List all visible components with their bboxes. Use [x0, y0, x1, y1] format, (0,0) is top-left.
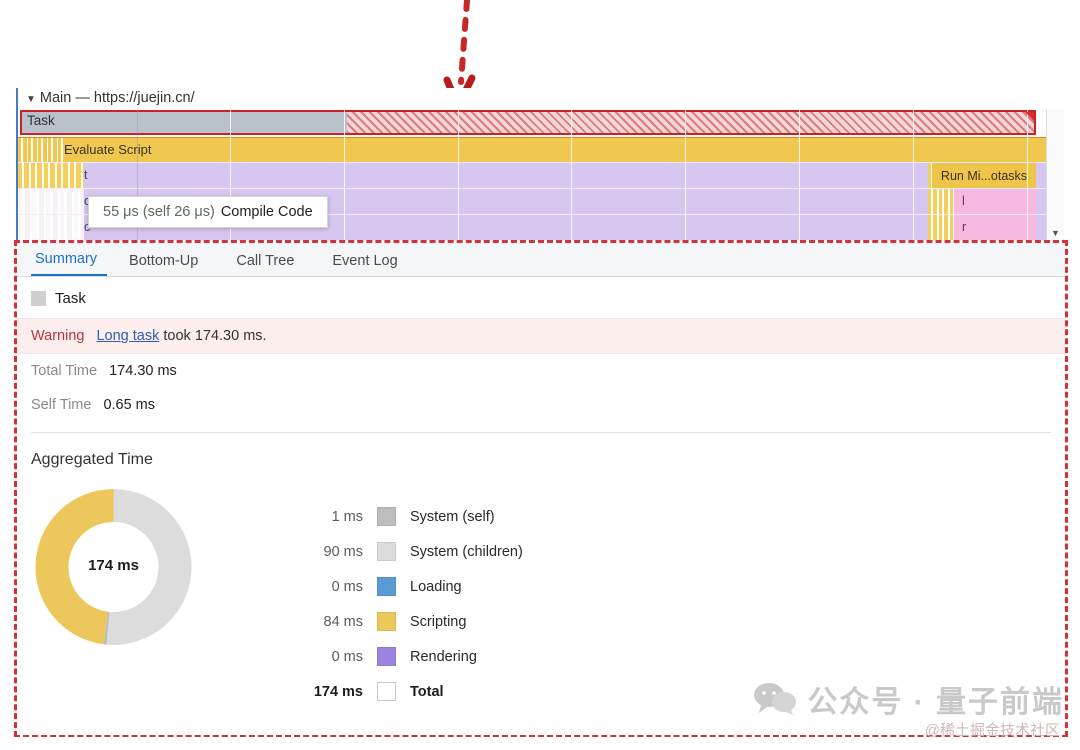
legend-value: 1 ms	[331, 508, 363, 525]
tooltip-event-name: Compile Code	[220, 204, 313, 220]
flame-bar-evaluate-script[interactable]: Evaluate Script	[18, 137, 1064, 163]
task-bar-body[interactable]	[20, 110, 1036, 135]
warning-text: took 174.30 ms.	[159, 328, 267, 344]
total-time-row: Total Time 174.30 ms	[17, 354, 1065, 388]
flame-bar-pink-1[interactable]: l	[954, 189, 1036, 215]
legend-label: Loading	[410, 578, 462, 595]
task-bar-label: Task	[27, 113, 55, 128]
legend-label: Scripting	[410, 613, 467, 630]
flame-bar-slivers-right	[928, 215, 954, 240]
legend-total-label: Total	[410, 683, 444, 700]
summary-details-panel: Summary Bottom-Up Call Tree Event Log Ta…	[14, 240, 1068, 737]
legend-swatch-system-children	[377, 542, 396, 561]
legend-swatch-scripting	[377, 612, 396, 631]
flame-bar-pink-2-label: r	[962, 220, 967, 234]
evaluate-script-label: Evaluate Script	[64, 142, 152, 157]
tooltip-duration: 55 μs (self 26 μs)	[103, 204, 215, 220]
aggregated-donut-chart: 174 ms	[31, 487, 196, 647]
flame-bar-slivers	[18, 189, 84, 215]
flame-bar-slivers	[18, 215, 84, 240]
flame-bar-row-1-label: t	[84, 168, 88, 182]
tab-bottom-up[interactable]: Bottom-Up	[125, 253, 214, 276]
flame-chart-scrollbar[interactable]: ▼	[1046, 109, 1064, 240]
flame-chart-track-title: Main — https://juejin.cn/	[39, 90, 195, 106]
event-color-swatch	[31, 291, 46, 306]
legend-value: 0 ms	[331, 578, 363, 595]
flame-bar-slivers	[18, 163, 84, 189]
flame-bar-task[interactable]: Task	[18, 109, 1064, 136]
aggregated-time-chart: 174 ms 1 ms System (self) 90 ms System (…	[17, 469, 1065, 709]
summary-content: Task Warning Long task took 174.30 ms. To…	[17, 277, 1065, 735]
collapse-caret-icon[interactable]: ▼	[26, 94, 36, 105]
selected-event-row: Task	[17, 277, 1065, 318]
legend-row: 1 ms System (self)	[291, 499, 523, 534]
scroll-down-arrow-icon[interactable]: ▼	[1051, 228, 1060, 238]
tab-call-tree[interactable]: Call Tree	[232, 253, 310, 276]
flame-bar-slivers-right	[928, 189, 954, 215]
legend-swatch-rendering	[377, 647, 396, 666]
aggregated-time-legend: 1 ms System (self) 90 ms System (childre…	[291, 499, 523, 709]
legend-total-value: 174 ms	[313, 683, 363, 700]
aggregated-time-title: Aggregated Time	[31, 451, 153, 468]
legend-row: 0 ms Loading	[291, 569, 523, 604]
flame-bar-pink-2[interactable]: r	[954, 215, 1036, 240]
long-task-corner-marker-icon	[1025, 112, 1034, 121]
legend-row: 84 ms Scripting	[291, 604, 523, 639]
legend-row-total: 174 ms Total	[291, 674, 523, 709]
legend-swatch-system-self	[377, 507, 396, 526]
flame-bar-row-1[interactable]: t Run Mi...otasks	[18, 162, 1064, 189]
flame-bar-pink-1-label: l	[962, 194, 965, 208]
long-task-link[interactable]: Long task	[96, 328, 159, 344]
self-time-label: Self Time	[31, 397, 92, 413]
tab-event-log[interactable]: Event Log	[328, 253, 413, 276]
flame-chart-tooltip: 55 μs (self 26 μs) Compile Code	[88, 196, 328, 228]
warning-row: Warning Long task took 174.30 ms.	[17, 318, 1065, 354]
total-time-value: 174.30 ms	[109, 363, 177, 379]
total-time-label: Total Time	[31, 363, 98, 379]
tab-summary[interactable]: Summary	[31, 251, 108, 276]
self-time-row: Self Time 0.65 ms	[17, 388, 1065, 422]
legend-label: System (self)	[410, 508, 495, 525]
details-tab-bar[interactable]: Summary Bottom-Up Call Tree Event Log	[17, 243, 1065, 277]
legend-row: 0 ms Rendering	[291, 639, 523, 674]
legend-label: Rendering	[410, 648, 477, 665]
legend-swatch-total	[377, 682, 396, 701]
task-long-task-hatch	[347, 112, 1034, 133]
legend-swatch-loading	[377, 577, 396, 596]
legend-row: 90 ms System (children)	[291, 534, 523, 569]
flame-bar-run-microtasks[interactable]: Run Mi...otasks	[932, 163, 1036, 189]
legend-value: 84 ms	[323, 613, 364, 630]
selected-event-name: Task	[55, 290, 86, 307]
warning-label: Warning	[31, 328, 85, 344]
legend-label: System (children)	[410, 543, 523, 560]
flame-chart-track-header[interactable]: ▼ Main — https://juejin.cn/	[18, 88, 1064, 109]
legend-value: 0 ms	[331, 648, 363, 665]
self-time-value: 0.65 ms	[103, 397, 156, 413]
donut-center-label: 174 ms	[88, 557, 139, 574]
legend-value: 90 ms	[323, 543, 364, 560]
flame-bar-slivers	[18, 138, 64, 163]
